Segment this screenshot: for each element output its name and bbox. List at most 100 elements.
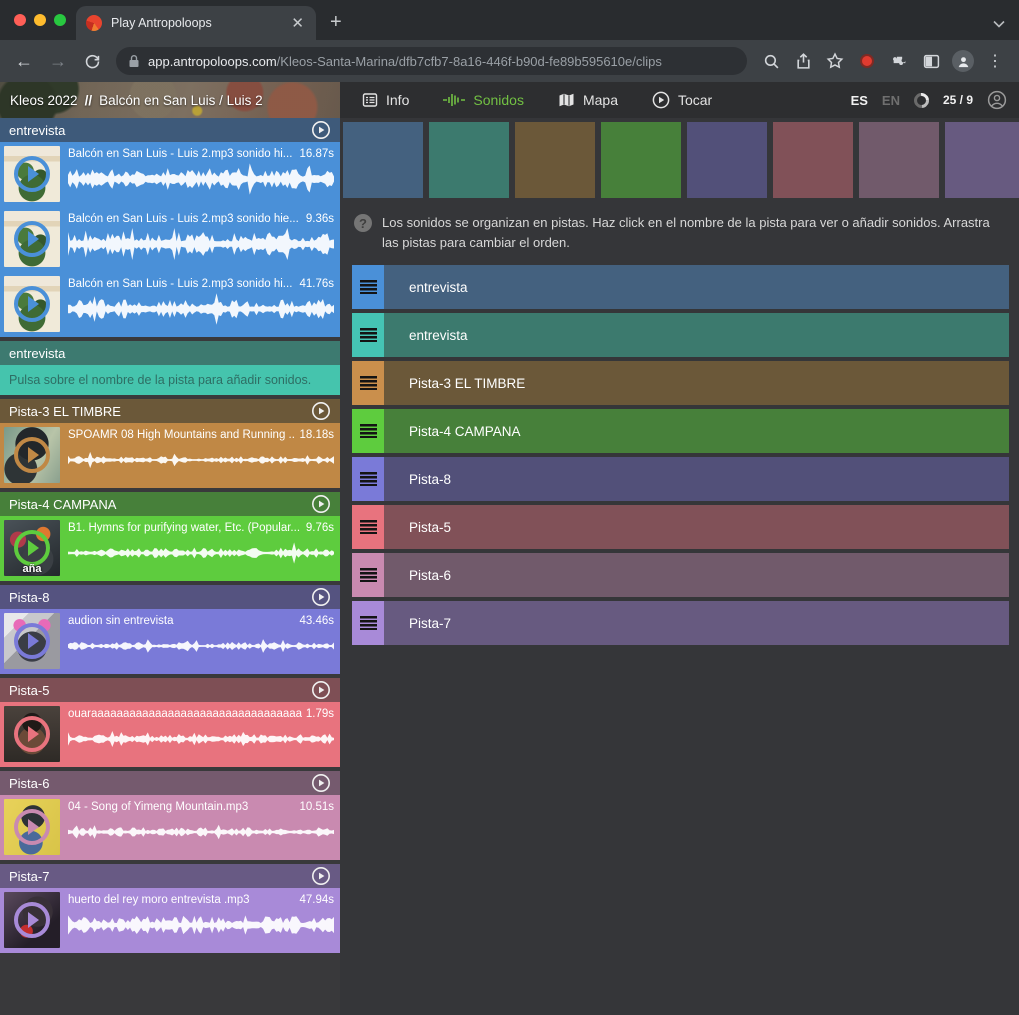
tab-tocar[interactable]: Tocar (652, 91, 712, 109)
drag-handle-icon (360, 568, 377, 582)
track-color-swatch[interactable] (773, 122, 853, 198)
drag-handle[interactable] (352, 505, 384, 549)
track-play-button[interactable] (311, 120, 331, 140)
clip-play-button[interactable] (14, 530, 50, 566)
address-bar[interactable]: app.antropoloops.com/Kleos-Santa-Marina/… (116, 47, 747, 75)
clip-play-button[interactable] (14, 902, 50, 938)
track-color-swatch[interactable] (429, 122, 509, 198)
window-controls[interactable] (14, 14, 66, 26)
help-message: ? Los sonidos se organizan en pistas. Ha… (354, 213, 1005, 252)
map-thumbnail[interactable]: Kleos 2022//Balcón en San Luis / Luis 2 (0, 82, 340, 118)
new-tab-button[interactable]: + (330, 11, 342, 34)
clip-item[interactable]: Balcón en San Luis - Luis 2.mp3 sonido h… (0, 272, 340, 337)
drag-handle[interactable] (352, 361, 384, 405)
drag-handle[interactable] (352, 601, 384, 645)
drag-handle[interactable] (352, 553, 384, 597)
clip-play-button[interactable] (14, 809, 50, 845)
track-color-swatch[interactable] (343, 122, 423, 198)
browser-tab[interactable]: Play Antropoloops ✕ (76, 6, 316, 40)
sidebar-section: Pista-8audion sin entrevista43.46s (0, 585, 340, 674)
forward-button[interactable]: → (44, 47, 72, 75)
track-row: entrevista (352, 313, 1009, 357)
track-name-button[interactable]: Pista-8 (384, 457, 1009, 501)
clip-item[interactable]: huerto del rey moro entrevista .mp347.94… (0, 888, 340, 953)
sidebar-track-header[interactable]: entrevista (0, 341, 340, 365)
sidebar-track-header[interactable]: Pista-6 (0, 771, 340, 795)
close-window-button[interactable] (14, 14, 26, 26)
drag-handle[interactable] (352, 457, 384, 501)
sidebar-track-header[interactable]: Pista-5 (0, 678, 340, 702)
tab-mapa[interactable]: Mapa (558, 92, 618, 108)
clip-counter: 25 / 9 (943, 93, 973, 107)
clip-play-button[interactable] (14, 156, 50, 192)
clip-play-button[interactable] (14, 221, 50, 257)
track-play-button[interactable] (311, 587, 331, 607)
sidebar-track-header[interactable]: Pista-8 (0, 585, 340, 609)
track-play-button[interactable] (311, 494, 331, 514)
clip-item[interactable]: ouaraaaaaaaaaaaaaaaaaaaaaaaaaaaaaaaaaaaa… (0, 702, 340, 767)
sidebar-section: Pista-4 CAMPANAañaB1. Hymns for purifyin… (0, 492, 340, 581)
clip-duration: 41.76s (299, 278, 334, 290)
side-panel-icon[interactable] (917, 47, 945, 75)
clip-item[interactable]: audion sin entrevista43.46s (0, 609, 340, 674)
drag-handle[interactable] (352, 313, 384, 357)
tab-strip-chevron-icon[interactable] (993, 16, 1005, 31)
clip-play-button[interactable] (14, 286, 50, 322)
tab-info[interactable]: Info (362, 92, 409, 108)
tab-close-icon[interactable]: ✕ (289, 14, 306, 32)
track-name-button[interactable]: Pista-7 (384, 601, 1009, 645)
track-color-swatch[interactable] (687, 122, 767, 198)
browser-menu-icon[interactable]: ⋮ (981, 47, 1009, 75)
track-color-swatch[interactable] (515, 122, 595, 198)
track-color-swatch[interactable] (945, 122, 1019, 198)
sidebar-track-header[interactable]: Pista-4 CAMPANA (0, 492, 340, 516)
extensions-puzzle-icon[interactable] (885, 47, 913, 75)
bookmark-star-icon[interactable] (821, 47, 849, 75)
track-name-button[interactable]: Pista-3 EL TIMBRE (384, 361, 1009, 405)
track-row: entrevista (352, 265, 1009, 309)
zoom-icon[interactable] (757, 47, 785, 75)
drag-handle[interactable] (352, 409, 384, 453)
browser-titlebar: Play Antropoloops ✕ + (0, 0, 1019, 40)
record-extension-icon[interactable] (853, 47, 881, 75)
fullscreen-window-button[interactable] (54, 14, 66, 26)
track-name-button[interactable]: entrevista (384, 313, 1009, 357)
track-color-swatch[interactable] (859, 122, 939, 198)
clip-name: Balcón en San Luis - Luis 2.mp3 sonido h… (68, 213, 302, 225)
track-color-swatch[interactable] (601, 122, 681, 198)
back-button[interactable]: ← (10, 47, 38, 75)
track-title: Pista-6 (9, 776, 49, 791)
track-play-button[interactable] (311, 401, 331, 421)
sidebar-track-header[interactable]: Pista-3 EL TIMBRE (0, 399, 340, 423)
clip-item[interactable]: añaB1. Hymns for purifying water, Etc. (… (0, 516, 340, 581)
tab-sonidos[interactable]: Sonidos (443, 92, 524, 108)
track-name-button[interactable]: Pista-4 CAMPANA (384, 409, 1009, 453)
clip-item[interactable]: Balcón en San Luis - Luis 2.mp3 sonido h… (0, 207, 340, 272)
drag-handle[interactable] (352, 265, 384, 309)
track-name-button[interactable]: Pista-6 (384, 553, 1009, 597)
share-icon[interactable] (789, 47, 817, 75)
track-name-button[interactable]: entrevista (384, 265, 1009, 309)
lang-es-button[interactable]: ES (851, 93, 868, 108)
lang-en-button[interactable]: EN (882, 93, 900, 108)
reload-button[interactable] (78, 47, 106, 75)
track-name-button[interactable]: Pista-5 (384, 505, 1009, 549)
breadcrumb-title: Balcón en San Luis / Luis 2 (99, 93, 263, 108)
minimize-window-button[interactable] (34, 14, 46, 26)
clip-item[interactable]: SPOAMR 08 High Mountains and Running ...… (0, 423, 340, 488)
clip-play-button[interactable] (14, 437, 50, 473)
breadcrumb-project[interactable]: Kleos 2022 (10, 93, 78, 108)
clip-item[interactable]: Balcón en San Luis - Luis 2.mp3 sonido h… (0, 142, 340, 207)
track-play-button[interactable] (311, 680, 331, 700)
sidebar-track-header[interactable]: Pista-7 (0, 864, 340, 888)
track-play-button[interactable] (311, 773, 331, 793)
clip-play-button[interactable] (14, 623, 50, 659)
sidebar-track-header[interactable]: entrevista (0, 118, 340, 142)
track-play-button[interactable] (311, 866, 331, 886)
sidebar-section: entrevistaBalcón en San Luis - Luis 2.mp… (0, 118, 340, 337)
clip-waveform (68, 443, 334, 477)
account-icon[interactable] (987, 90, 1007, 110)
clip-play-button[interactable] (14, 716, 50, 752)
profile-avatar[interactable] (949, 47, 977, 75)
clip-item[interactable]: 04 - Song of Yimeng Mountain.mp310.51s (0, 795, 340, 860)
